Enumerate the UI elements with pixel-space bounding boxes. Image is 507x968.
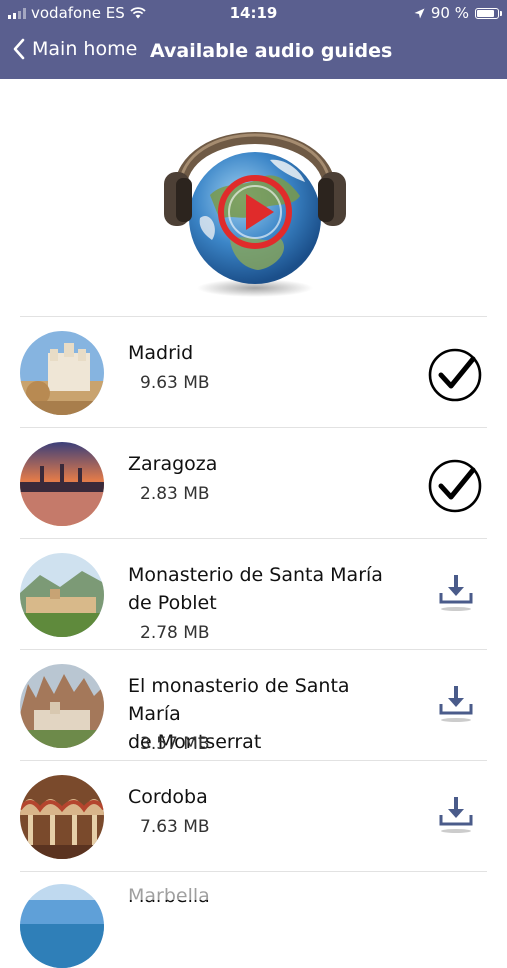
battery-fill — [477, 9, 494, 17]
list-item-poblet[interactable]: Monasterio de Santa María de Poblet 2.78… — [20, 539, 487, 650]
back-button-label: Main home — [32, 38, 138, 60]
guide-name: Madrid — [128, 342, 194, 364]
guide-name: Zaragoza — [128, 453, 218, 475]
navigation-bar: Main home Available audio guides — [0, 30, 507, 74]
check-circle-icon[interactable] — [427, 347, 483, 403]
download-icon[interactable] — [437, 684, 475, 724]
madrid-thumbnail — [20, 331, 104, 415]
list-item-zaragoza[interactable]: Zaragoza 2.83 MB — [20, 428, 487, 539]
list-item-montserrat[interactable]: El monasterio de Santa María de Montserr… — [20, 650, 487, 761]
status-bar: vodafone ES 14:19 90 % — [0, 0, 507, 28]
guide-size: 3.57 MB — [140, 734, 210, 754]
guide-name-line1: Monasterio de Santa María — [128, 564, 383, 586]
page-title: Available audio guides — [150, 40, 393, 62]
guide-size: 9.63 MB — [140, 373, 210, 393]
location-arrow-icon — [414, 8, 425, 18]
guide-name-line1: El monasterio de Santa María — [128, 675, 350, 725]
status-right: 90 % — [414, 4, 502, 22]
list-item-cordoba[interactable]: Cordoba 7.63 MB — [20, 761, 487, 872]
list-bottom-edge — [0, 880, 507, 900]
guide-size: 7.63 MB — [140, 817, 210, 837]
guide-size: 2.78 MB — [140, 623, 210, 643]
header-bar: vodafone ES 14:19 90 % Main home Availab… — [0, 0, 507, 79]
battery-percent: 90 % — [430, 4, 469, 22]
zaragoza-thumbnail — [20, 442, 104, 526]
poblet-thumbnail — [20, 553, 104, 637]
audio-guide-logo — [164, 132, 346, 297]
check-circle-icon[interactable] — [427, 458, 483, 514]
montserrat-thumbnail — [20, 664, 104, 748]
guide-size: 2.83 MB — [140, 484, 210, 504]
guide-name-line2: de Poblet — [128, 592, 217, 614]
download-icon[interactable] — [437, 795, 475, 835]
download-icon[interactable] — [437, 573, 475, 613]
battery-icon — [475, 7, 502, 19]
back-button[interactable]: Main home — [12, 38, 137, 60]
cordoba-thumbnail — [20, 775, 104, 859]
chevron-left-icon — [13, 38, 25, 60]
guide-name: Monasterio de Santa María de Poblet — [128, 561, 408, 617]
guide-name: Cordoba — [128, 786, 208, 808]
list-item-madrid[interactable]: Madrid 9.63 MB — [20, 317, 487, 428]
audio-guide-list: Madrid 9.63 MB Zaragoza 2.83 MB Monaster… — [0, 317, 507, 968]
